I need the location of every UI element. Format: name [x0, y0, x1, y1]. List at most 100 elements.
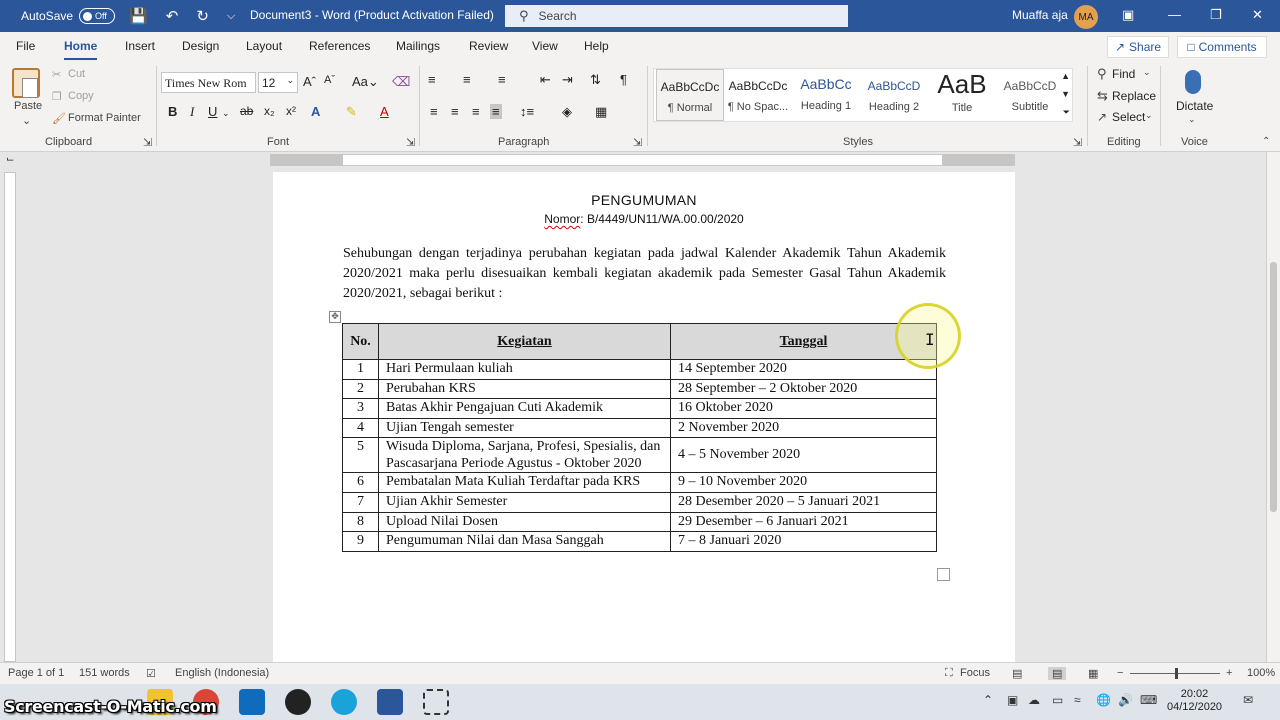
- keyboard-icon[interactable]: ⌨: [1140, 693, 1157, 707]
- cell-tanggal[interactable]: 9 – 10 November 2020: [670, 472, 937, 493]
- table-move-handle[interactable]: ✥: [329, 311, 341, 323]
- tab-layout[interactable]: Layout: [246, 39, 282, 53]
- tab-view[interactable]: View: [532, 39, 558, 53]
- table-resize-handle[interactable]: [937, 568, 950, 581]
- chevron-down-icon[interactable]: ⌄: [286, 75, 294, 86]
- cell-tanggal[interactable]: 28 Desember 2020 – 5 Januari 2021: [670, 491, 937, 513]
- highlight-color-icon[interactable]: ✎: [346, 104, 357, 120]
- cloud-icon[interactable]: ☁: [1028, 693, 1040, 707]
- cell-no[interactable]: 8: [342, 511, 379, 533]
- tab-home[interactable]: Home: [64, 39, 98, 60]
- increase-indent-icon[interactable]: ⇥: [562, 72, 573, 88]
- show-hidden-icons-icon[interactable]: ⌃: [983, 693, 993, 707]
- cell-kegiatan[interactable]: Ujian Akhir Semester: [378, 491, 671, 513]
- search-box[interactable]: ⚲ Search: [505, 5, 848, 27]
- zoom-out-icon[interactable]: −: [1117, 667, 1123, 679]
- language-indicator[interactable]: English (Indonesia): [175, 667, 269, 679]
- customize-toolbar-icon[interactable]: ⌵: [227, 10, 235, 23]
- cell-no[interactable]: 9: [342, 531, 379, 552]
- font-name-field[interactable]: Times New Rom: [161, 72, 256, 93]
- comments-button[interactable]: □ Comments: [1177, 36, 1267, 58]
- cell-no[interactable]: 1: [342, 359, 379, 380]
- tab-mailings[interactable]: Mailings: [396, 39, 440, 53]
- cell-tanggal[interactable]: 2 November 2020: [670, 417, 937, 439]
- replace-button[interactable]: Replace: [1112, 89, 1156, 103]
- paste-icon[interactable]: [12, 68, 40, 98]
- tab-insert[interactable]: Insert: [125, 39, 155, 53]
- cell-no[interactable]: 4: [342, 417, 379, 439]
- word-icon[interactable]: [377, 689, 403, 715]
- paragraph-launcher-icon[interactable]: ⇲: [633, 136, 642, 149]
- style-normal[interactable]: AaBbCcDc ¶ Normal: [656, 69, 724, 121]
- select-button[interactable]: Select: [1112, 110, 1145, 124]
- share-button[interactable]: ↗ Share: [1107, 36, 1169, 58]
- edge-icon[interactable]: [331, 689, 357, 715]
- close-icon[interactable]: ✕: [1252, 7, 1263, 23]
- align-center-icon[interactable]: ≡: [451, 104, 459, 119]
- cut-button[interactable]: Cut: [68, 68, 85, 80]
- scrollbar-thumb[interactable]: [1270, 262, 1277, 512]
- vertical-ruler[interactable]: [4, 172, 16, 662]
- read-mode-icon[interactable]: ▤: [1012, 667, 1022, 680]
- chevron-down-icon[interactable]: ⌄: [1143, 67, 1151, 78]
- superscript-icon[interactable]: x²: [286, 104, 296, 118]
- cell-tanggal[interactable]: 16 Oktober 2020: [670, 398, 937, 419]
- align-left-icon[interactable]: ≡: [430, 104, 438, 119]
- style-title[interactable]: AaB Title: [928, 69, 996, 121]
- style-no-spacing[interactable]: AaBbCcDc ¶ No Spac...: [724, 69, 792, 121]
- change-case-icon[interactable]: Aa⌄: [352, 74, 379, 90]
- vertical-scrollbar[interactable]: [1266, 152, 1280, 662]
- cell-tanggal[interactable]: 14 September 2020: [670, 359, 937, 380]
- copy-button[interactable]: Copy: [68, 90, 94, 102]
- justify-icon[interactable]: ≡: [490, 104, 502, 119]
- taskbar-clock[interactable]: 20:02 04/12/2020: [1167, 688, 1222, 714]
- clipboard-launcher-icon[interactable]: ⇲: [143, 136, 152, 149]
- clear-formatting-icon[interactable]: ⌫: [392, 74, 410, 90]
- align-right-icon[interactable]: ≡: [472, 104, 480, 119]
- dictate-button[interactable]: Dictate: [1176, 99, 1213, 113]
- numbering-icon[interactable]: ≡: [463, 72, 471, 87]
- obs-icon[interactable]: [285, 689, 311, 715]
- underline-icon[interactable]: U: [208, 104, 217, 119]
- subscript-icon[interactable]: x₂: [264, 104, 275, 118]
- styles-scroll-down-icon[interactable]: ▼: [1061, 89, 1070, 99]
- battery-icon[interactable]: ▭: [1052, 693, 1063, 707]
- web-layout-icon[interactable]: ▦: [1088, 667, 1098, 680]
- text-effects-icon[interactable]: A: [311, 104, 320, 119]
- tab-help[interactable]: Help: [584, 39, 609, 53]
- autosave-switch[interactable]: Off: [79, 8, 116, 24]
- save-icon[interactable]: 💾: [129, 7, 148, 25]
- tab-file[interactable]: File: [16, 39, 35, 53]
- zoom-level[interactable]: 100%: [1247, 667, 1275, 679]
- chevron-down-icon[interactable]: ⌄: [1188, 114, 1196, 125]
- styles-launcher-icon[interactable]: ⇲: [1073, 136, 1082, 149]
- decrease-indent-icon[interactable]: ⇤: [540, 72, 551, 88]
- format-painter-button[interactable]: Format Painter: [68, 112, 141, 124]
- cell-kegiatan[interactable]: Batas Akhir Pengajuan Cuti Akademik: [378, 398, 671, 419]
- bold-icon[interactable]: B: [168, 104, 177, 119]
- italic-icon[interactable]: I: [190, 104, 194, 120]
- multilevel-list-icon[interactable]: ≡: [498, 72, 506, 87]
- show-marks-icon[interactable]: ¶: [620, 72, 627, 87]
- cell-no[interactable]: 6: [342, 472, 379, 493]
- cell-kegiatan[interactable]: Hari Permulaan kuliah: [378, 359, 671, 380]
- style-subtitle[interactable]: AaBbCcD Subtitle: [996, 69, 1064, 121]
- find-button[interactable]: Find: [1112, 67, 1135, 81]
- page-count[interactable]: Page 1 of 1: [8, 667, 64, 679]
- chevron-down-icon[interactable]: ⌄: [222, 108, 230, 119]
- font-color-icon[interactable]: A: [380, 104, 389, 119]
- shading-icon[interactable]: ◈: [562, 104, 572, 120]
- paste-button[interactable]: Paste: [14, 100, 42, 112]
- cell-no[interactable]: 7: [342, 491, 379, 513]
- zoom-in-icon[interactable]: +: [1226, 667, 1232, 679]
- minimize-icon[interactable]: —: [1168, 7, 1181, 22]
- cell-kegiatan[interactable]: Pembatalan Mata Kuliah Terdaftar pada KR…: [378, 472, 671, 493]
- horizontal-ruler[interactable]: [270, 154, 1015, 166]
- proofing-icon[interactable]: ☑: [146, 667, 156, 680]
- cell-no[interactable]: 3: [342, 398, 379, 419]
- tray-app-icon[interactable]: ▣: [1007, 693, 1018, 707]
- intro-paragraph[interactable]: Sehubungan dengan terjadinya perubahan k…: [343, 244, 946, 304]
- borders-icon[interactable]: ▦: [595, 104, 607, 120]
- tab-references[interactable]: References: [309, 39, 370, 53]
- mail-icon[interactable]: [239, 689, 265, 715]
